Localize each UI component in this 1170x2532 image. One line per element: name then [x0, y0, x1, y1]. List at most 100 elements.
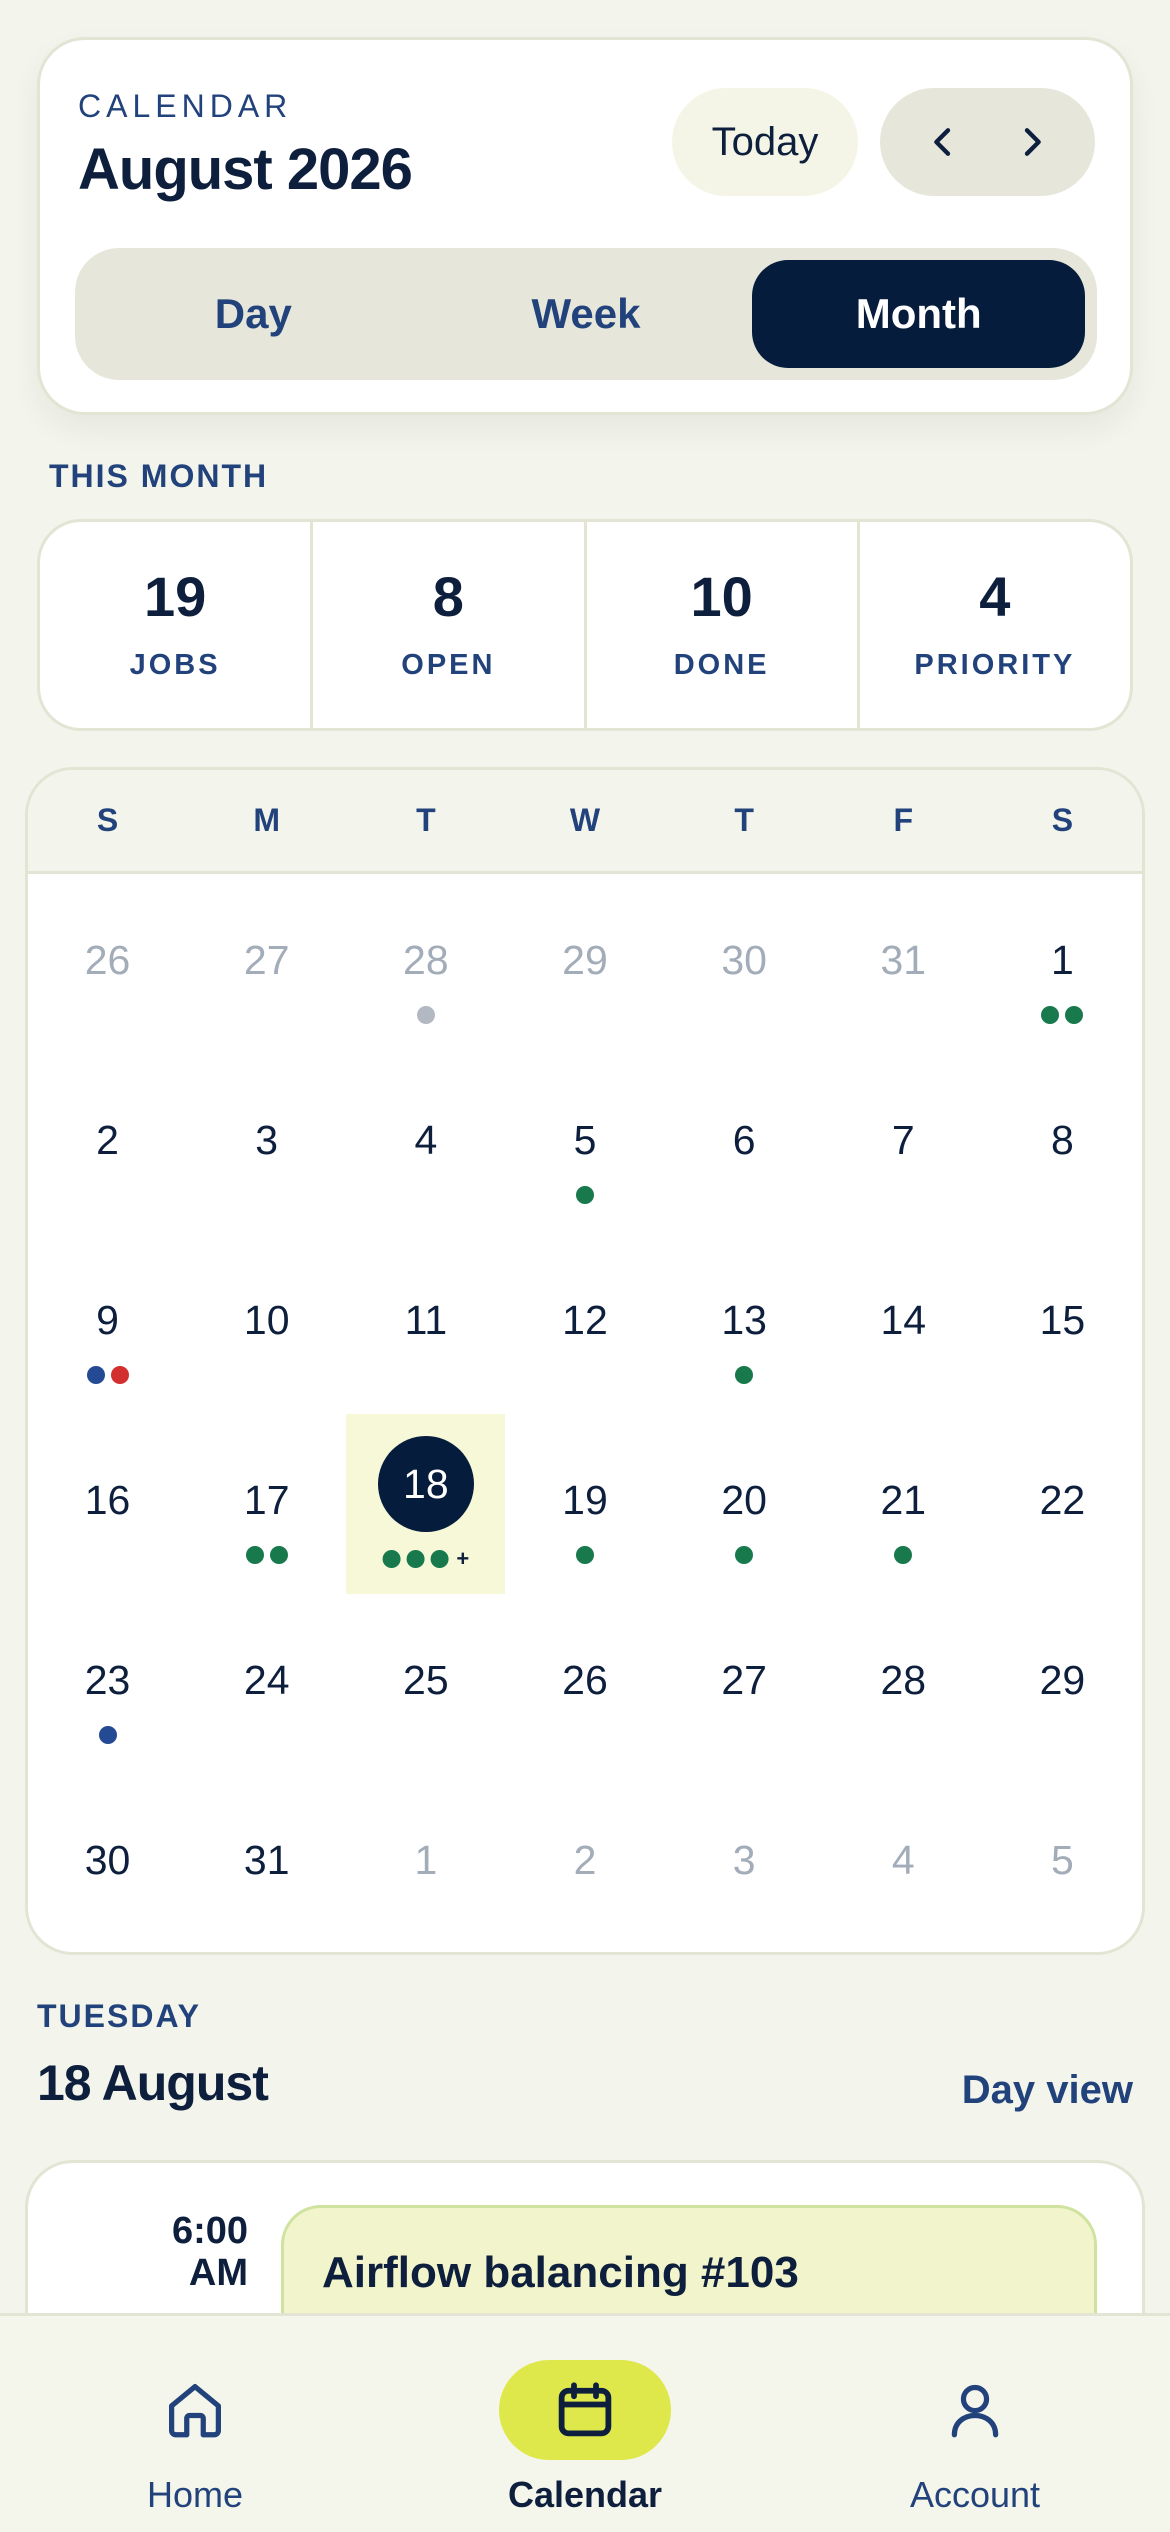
day-number: 27 — [721, 1656, 767, 1703]
view-tab-month[interactable]: Month — [752, 260, 1086, 368]
calendar-day[interactable]: 2 — [505, 1774, 664, 1952]
stat-label: DONE — [673, 648, 770, 681]
day-number: 5 — [573, 1116, 597, 1163]
calendar-day[interactable]: 3 — [187, 1054, 346, 1234]
calendar-day[interactable]: 5 — [505, 1054, 664, 1234]
calendar-day[interactable]: 1 — [346, 1774, 505, 1952]
calendar-day[interactable]: 12 — [505, 1234, 664, 1414]
calendar-day[interactable]: 26 — [505, 1594, 664, 1774]
calendar-day[interactable]: 17 — [187, 1414, 346, 1594]
tab-label: Home — [146, 2474, 244, 2515]
calendar-day[interactable]: 19 — [505, 1414, 664, 1594]
calendar-day[interactable]: 4 — [824, 1774, 983, 1952]
event-dot — [1041, 1006, 1060, 1024]
selected-date-heading: 18 August — [37, 2055, 269, 2111]
day-number: 12 — [562, 1296, 608, 1343]
calendar-day[interactable]: 29 — [505, 874, 664, 1054]
day-number: 13 — [721, 1296, 767, 1343]
calendar-day[interactable]: 4 — [346, 1054, 505, 1234]
weekday-label: S — [96, 802, 119, 838]
stat-jobs[interactable]: 19 JOBS — [40, 522, 314, 728]
day-number: 22 — [1039, 1476, 1086, 1523]
calendar-day[interactable]: 27 — [187, 874, 346, 1054]
calendar-week-row: 9 10 11 12 13 14 15 — [28, 1234, 1142, 1414]
stat-done[interactable]: 10 DONE — [587, 522, 860, 728]
calendar-header-card: CALENDAR August 2026 Today Day Week Mont… — [37, 37, 1133, 415]
next-month-button[interactable] — [996, 106, 1068, 178]
day-number: 16 — [84, 1476, 131, 1523]
home-icon — [169, 2384, 221, 2438]
month-nav-pill — [880, 88, 1095, 196]
event-indicators — [735, 1366, 754, 1384]
month-title: August 2026 — [78, 137, 413, 202]
calendar-day[interactable]: 21 — [824, 1414, 983, 1594]
event-dot — [382, 1550, 401, 1568]
calendar-day[interactable]: 8 — [983, 1054, 1142, 1234]
day-number: 26 — [562, 1656, 608, 1703]
stats-section-label: THIS MONTH — [49, 458, 269, 494]
calendar-day[interactable]: 2 — [28, 1054, 187, 1234]
tab-calendar[interactable]: Calendar — [390, 2316, 780, 2532]
selected-weekday-label: TUESDAY — [37, 1998, 201, 2034]
view-tab-week[interactable]: Week — [420, 260, 753, 368]
day-view-link[interactable]: Day view — [962, 2068, 1133, 2113]
day-number: 8 — [1051, 1116, 1074, 1163]
calendar-day[interactable]: 1 — [983, 874, 1142, 1054]
event-dot — [894, 1546, 913, 1564]
day-number: 27 — [243, 936, 290, 983]
stat-priority[interactable]: 4 PRIORITY — [860, 522, 1130, 728]
calendar-day[interactable]: 27 — [665, 1594, 824, 1774]
calendar-day[interactable]: 23 — [28, 1594, 187, 1774]
event-dot — [1065, 1006, 1084, 1024]
calendar-day[interactable]: 6 — [665, 1054, 824, 1234]
calendar-week-row: 23 24 25 26 27 28 29 — [28, 1594, 1142, 1774]
calendar-day[interactable]: 28 — [346, 874, 505, 1054]
calendar-day[interactable]: 11 — [346, 1234, 505, 1414]
day-number: 28 — [880, 1656, 927, 1703]
calendar-day[interactable]: 25 — [346, 1594, 505, 1774]
day-number: 28 — [403, 936, 449, 983]
day-number: 4 — [891, 1836, 915, 1883]
calendar-day[interactable]: 31 — [187, 1774, 346, 1952]
day-number: 3 — [255, 1116, 279, 1163]
event-dot — [86, 1366, 105, 1384]
calendar-day[interactable]: 16 — [28, 1414, 187, 1594]
calendar-weeks: 26 27 28 29 30 31 1 2 3 4 5 6 7 8 9 10 11 12 13 14 15 16 17 18 +… — [28, 874, 1142, 1952]
calendar-week-row: 2 3 4 5 6 7 8 — [28, 1054, 1142, 1234]
previous-month-button[interactable] — [907, 106, 979, 178]
tab-icon-wrap — [109, 2360, 281, 2460]
calendar-day[interactable]: 24 — [187, 1594, 346, 1774]
calendar-day[interactable]: 3 — [665, 1774, 824, 1952]
calendar-day[interactable]: 30 — [28, 1774, 187, 1952]
weekday-header-row: SMTWTFS — [28, 770, 1142, 874]
day-number: 29 — [562, 936, 608, 983]
event-dot — [416, 1006, 435, 1024]
day-number: 30 — [721, 936, 767, 983]
day-number: 18 — [377, 1436, 474, 1532]
calendar-day[interactable]: 22 — [983, 1414, 1142, 1594]
calendar-day[interactable]: 20 — [665, 1414, 824, 1594]
stat-open[interactable]: 8 OPEN — [313, 522, 587, 728]
calendar-day[interactable]: 28 — [824, 1594, 983, 1774]
view-tab-day[interactable]: Day — [87, 260, 420, 368]
tab-account[interactable]: Account — [780, 2316, 1170, 2532]
day-number: 25 — [403, 1656, 449, 1703]
event-dot — [575, 1186, 594, 1204]
calendar-day[interactable]: 15 — [983, 1234, 1142, 1414]
calendar-day[interactable]: 29 — [983, 1594, 1142, 1774]
calendar-day[interactable]: 9 — [28, 1234, 187, 1414]
today-button[interactable]: Today — [672, 88, 858, 196]
calendar-day[interactable]: 7 — [824, 1054, 983, 1234]
calendar-day-selected[interactable]: 18 + — [346, 1414, 506, 1594]
calendar-day[interactable]: 10 — [187, 1234, 346, 1414]
day-number: 29 — [1039, 1656, 1086, 1703]
calendar-day[interactable]: 5 — [983, 1774, 1142, 1952]
tab-home[interactable]: Home — [0, 2316, 390, 2532]
calendar-day[interactable]: 13 — [665, 1234, 824, 1414]
month-stats-card: 19 JOBS 8 OPEN 10 DONE 4 PRIORITY — [37, 519, 1133, 731]
calendar-day[interactable]: 14 — [824, 1234, 983, 1414]
calendar-day[interactable]: 31 — [824, 874, 983, 1054]
weekday-label: T — [416, 802, 436, 838]
calendar-day[interactable]: 30 — [665, 874, 824, 1054]
calendar-day[interactable]: 26 — [28, 874, 187, 1054]
